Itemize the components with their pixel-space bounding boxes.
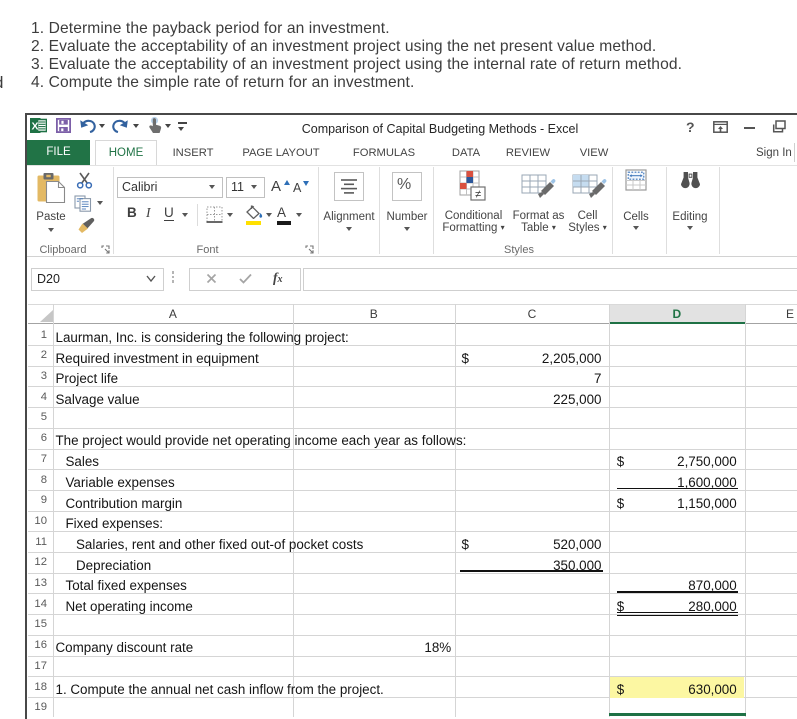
svg-text:X: X: [31, 120, 38, 132]
svg-text:≠: ≠: [475, 189, 481, 201]
